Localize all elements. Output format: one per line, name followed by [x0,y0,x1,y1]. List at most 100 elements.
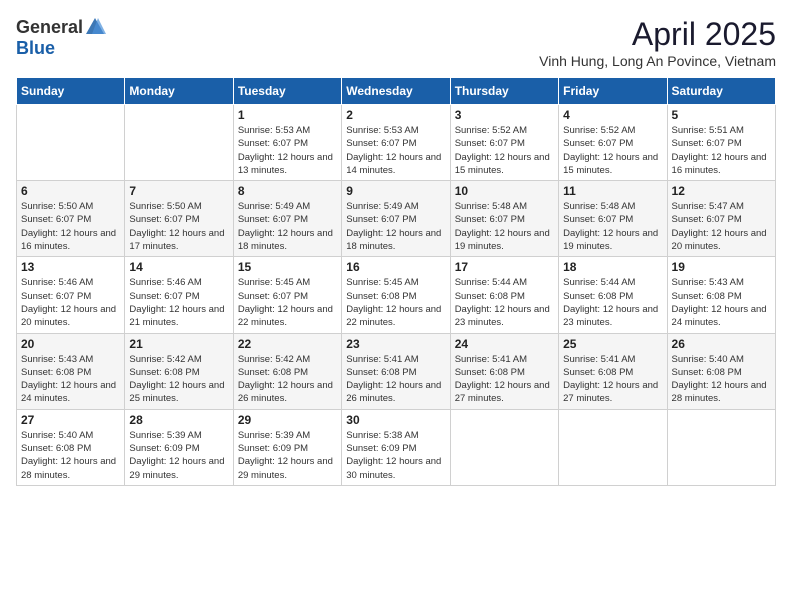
calendar-week-row: 13 Sunrise: 5:46 AM Sunset: 6:07 PM Dayli… [17,257,776,333]
day-info: Sunrise: 5:52 AM Sunset: 6:07 PM Dayligh… [563,124,662,177]
calendar-cell: 13 Sunrise: 5:46 AM Sunset: 6:07 PM Dayli… [17,257,125,333]
day-info: Sunrise: 5:39 AM Sunset: 6:09 PM Dayligh… [129,429,228,482]
day-info: Sunrise: 5:51 AM Sunset: 6:07 PM Dayligh… [672,124,771,177]
day-info: Sunrise: 5:44 AM Sunset: 6:08 PM Dayligh… [455,276,554,329]
day-number: 25 [563,337,662,351]
calendar-cell: 27 Sunrise: 5:40 AM Sunset: 6:08 PM Dayli… [17,409,125,485]
day-info: Sunrise: 5:46 AM Sunset: 6:07 PM Dayligh… [129,276,228,329]
day-info: Sunrise: 5:42 AM Sunset: 6:08 PM Dayligh… [129,353,228,406]
day-info: Sunrise: 5:40 AM Sunset: 6:08 PM Dayligh… [21,429,120,482]
day-info: Sunrise: 5:46 AM Sunset: 6:07 PM Dayligh… [21,276,120,329]
day-number: 1 [238,108,337,122]
day-number: 5 [672,108,771,122]
calendar-cell: 25 Sunrise: 5:41 AM Sunset: 6:08 PM Dayli… [559,333,667,409]
day-header: Monday [125,78,233,105]
calendar-cell: 28 Sunrise: 5:39 AM Sunset: 6:09 PM Dayli… [125,409,233,485]
day-number: 11 [563,184,662,198]
day-info: Sunrise: 5:41 AM Sunset: 6:08 PM Dayligh… [563,353,662,406]
day-info: Sunrise: 5:49 AM Sunset: 6:07 PM Dayligh… [238,200,337,253]
day-number: 27 [21,413,120,427]
day-number: 8 [238,184,337,198]
logo-general: General [16,17,83,38]
day-info: Sunrise: 5:53 AM Sunset: 6:07 PM Dayligh… [346,124,445,177]
day-header: Sunday [17,78,125,105]
day-header: Thursday [450,78,558,105]
day-number: 14 [129,260,228,274]
calendar-cell: 11 Sunrise: 5:48 AM Sunset: 6:07 PM Dayli… [559,181,667,257]
title-area: April 2025 Vinh Hung, Long An Povince, V… [539,16,776,69]
day-info: Sunrise: 5:47 AM Sunset: 6:07 PM Dayligh… [672,200,771,253]
day-header: Saturday [667,78,775,105]
calendar-table: SundayMondayTuesdayWednesdayThursdayFrid… [16,77,776,486]
day-number: 20 [21,337,120,351]
calendar-week-row: 20 Sunrise: 5:43 AM Sunset: 6:08 PM Dayli… [17,333,776,409]
calendar-cell: 19 Sunrise: 5:43 AM Sunset: 6:08 PM Dayli… [667,257,775,333]
day-number: 15 [238,260,337,274]
calendar-cell: 15 Sunrise: 5:45 AM Sunset: 6:07 PM Dayli… [233,257,341,333]
calendar-cell: 1Sunrise: 5:53 AM Sunset: 6:07 PM Daylig… [233,105,341,181]
day-number: 4 [563,108,662,122]
logo-icon [84,16,106,38]
day-info: Sunrise: 5:48 AM Sunset: 6:07 PM Dayligh… [563,200,662,253]
day-info: Sunrise: 5:38 AM Sunset: 6:09 PM Dayligh… [346,429,445,482]
calendar-cell [559,409,667,485]
calendar-cell: 7Sunrise: 5:50 AM Sunset: 6:07 PM Daylig… [125,181,233,257]
day-number: 28 [129,413,228,427]
day-number: 16 [346,260,445,274]
calendar-cell: 29 Sunrise: 5:39 AM Sunset: 6:09 PM Dayli… [233,409,341,485]
day-info: Sunrise: 5:45 AM Sunset: 6:07 PM Dayligh… [238,276,337,329]
day-number: 12 [672,184,771,198]
calendar-cell: 18 Sunrise: 5:44 AM Sunset: 6:08 PM Dayli… [559,257,667,333]
day-info: Sunrise: 5:40 AM Sunset: 6:08 PM Dayligh… [672,353,771,406]
day-number: 26 [672,337,771,351]
calendar-cell [125,105,233,181]
calendar-week-row: 27 Sunrise: 5:40 AM Sunset: 6:08 PM Dayli… [17,409,776,485]
calendar-week-row: 1 Sunrise: 5:53 AM Sunset: 6:07 PM Daylig… [17,105,776,181]
day-number: 13 [21,260,120,274]
page-header: General Blue April 2025 Vinh Hung, Long … [16,16,776,69]
calendar-cell: 22Sunrise: 5:42 AM Sunset: 6:08 PM Dayli… [233,333,341,409]
logo-blue: Blue [16,38,55,59]
day-info: Sunrise: 5:45 AM Sunset: 6:08 PM Dayligh… [346,276,445,329]
day-info: Sunrise: 5:43 AM Sunset: 6:08 PM Dayligh… [672,276,771,329]
calendar-week-row: 6 Sunrise: 5:50 AM Sunset: 6:07 PM Daylig… [17,181,776,257]
day-header: Wednesday [342,78,450,105]
day-info: Sunrise: 5:50 AM Sunset: 6:07 PM Dayligh… [129,200,228,253]
day-number: 23 [346,337,445,351]
calendar-cell: 5 Sunrise: 5:51 AM Sunset: 6:07 PM Daylig… [667,105,775,181]
day-info: Sunrise: 5:43 AM Sunset: 6:08 PM Dayligh… [21,353,120,406]
calendar-cell: 8 Sunrise: 5:49 AM Sunset: 6:07 PM Daylig… [233,181,341,257]
day-number: 22 [238,337,337,351]
day-header: Tuesday [233,78,341,105]
calendar-cell: 26 Sunrise: 5:40 AM Sunset: 6:08 PM Dayli… [667,333,775,409]
subtitle: Vinh Hung, Long An Povince, Vietnam [539,53,776,69]
calendar-cell: 4 Sunrise: 5:52 AM Sunset: 6:07 PM Daylig… [559,105,667,181]
day-number: 6 [21,184,120,198]
day-number: 3 [455,108,554,122]
calendar-cell: 16 Sunrise: 5:45 AM Sunset: 6:08 PM Dayli… [342,257,450,333]
day-number: 24 [455,337,554,351]
day-info: Sunrise: 5:39 AM Sunset: 6:09 PM Dayligh… [238,429,337,482]
calendar-header-row: SundayMondayTuesdayWednesdayThursdayFrid… [17,78,776,105]
calendar-cell: 23Sunrise: 5:41 AM Sunset: 6:08 PM Dayli… [342,333,450,409]
calendar-cell: 21Sunrise: 5:42 AM Sunset: 6:08 PM Dayli… [125,333,233,409]
calendar-cell: 6 Sunrise: 5:50 AM Sunset: 6:07 PM Daylig… [17,181,125,257]
day-header: Friday [559,78,667,105]
calendar-cell: 24Sunrise: 5:41 AM Sunset: 6:08 PM Dayli… [450,333,558,409]
calendar-cell: 2 Sunrise: 5:53 AM Sunset: 6:07 PM Daylig… [342,105,450,181]
day-number: 30 [346,413,445,427]
month-title: April 2025 [539,16,776,53]
calendar-cell: 10Sunrise: 5:48 AM Sunset: 6:07 PM Dayli… [450,181,558,257]
day-info: Sunrise: 5:50 AM Sunset: 6:07 PM Dayligh… [21,200,120,253]
calendar-cell [667,409,775,485]
calendar-cell [17,105,125,181]
calendar-cell: 17Sunrise: 5:44 AM Sunset: 6:08 PM Dayli… [450,257,558,333]
calendar-cell: 14 Sunrise: 5:46 AM Sunset: 6:07 PM Dayli… [125,257,233,333]
day-number: 2 [346,108,445,122]
day-number: 29 [238,413,337,427]
day-info: Sunrise: 5:52 AM Sunset: 6:07 PM Dayligh… [455,124,554,177]
day-number: 18 [563,260,662,274]
day-info: Sunrise: 5:48 AM Sunset: 6:07 PM Dayligh… [455,200,554,253]
day-number: 19 [672,260,771,274]
day-info: Sunrise: 5:44 AM Sunset: 6:08 PM Dayligh… [563,276,662,329]
